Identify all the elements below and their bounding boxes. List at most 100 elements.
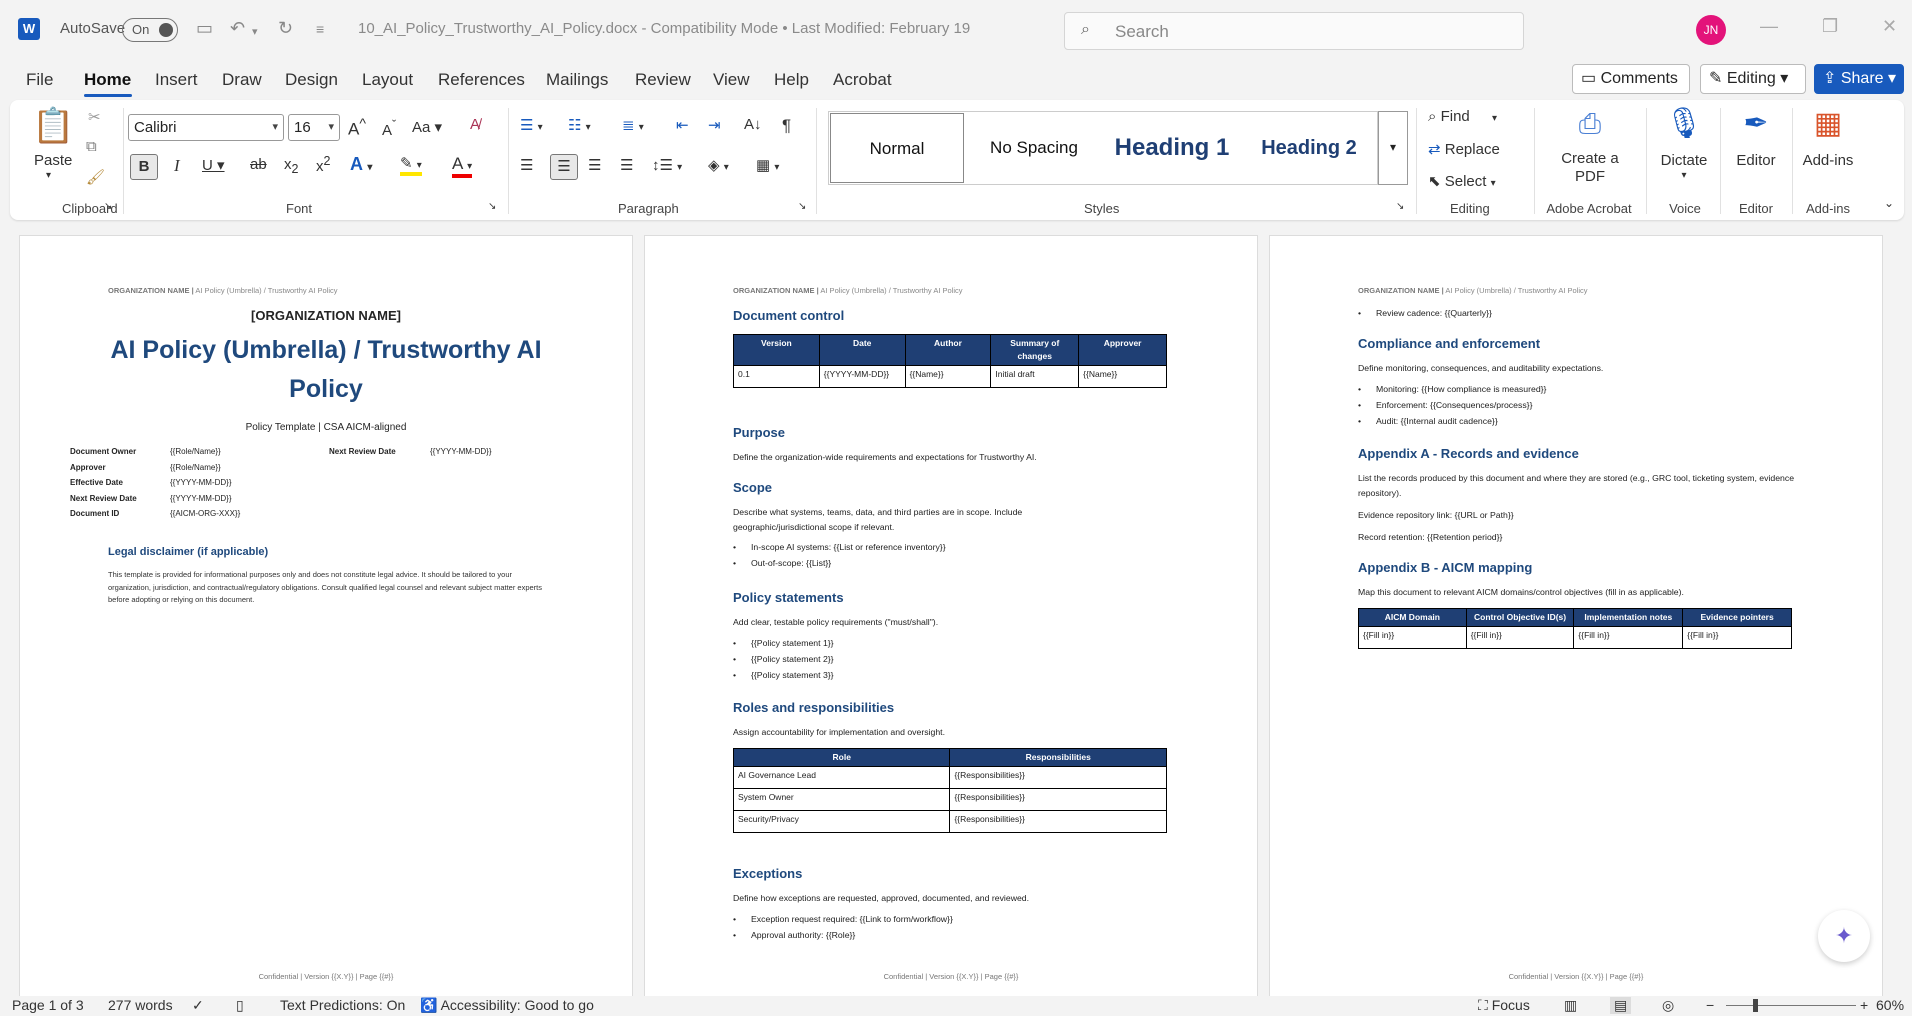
- editor-icon[interactable]: ✒: [1722, 106, 1790, 141]
- superscript-button[interactable]: x2: [316, 154, 330, 175]
- tab-acrobat[interactable]: Acrobat: [833, 70, 892, 90]
- subscript-button[interactable]: x2: [284, 156, 298, 176]
- paste-label[interactable]: Paste: [34, 152, 72, 169]
- multilevel-list-icon[interactable]: ≣ ▾: [622, 116, 644, 134]
- select-button[interactable]: ⬉ Select ▾: [1428, 172, 1496, 190]
- dictate-dropdown-icon[interactable]: ▾: [1654, 170, 1714, 181]
- share-button[interactable]: ⇪ Share ▾: [1814, 64, 1904, 94]
- document-title[interactable]: 10_AI_Policy_Trustworthy_AI_Policy.docx …: [358, 20, 970, 37]
- paste-icon[interactable]: 📋: [32, 106, 74, 146]
- strikethrough-button[interactable]: ab: [250, 156, 267, 173]
- tab-help[interactable]: Help: [774, 70, 809, 90]
- tab-insert[interactable]: Insert: [155, 70, 198, 90]
- proofing-icon[interactable]: ✓: [192, 997, 204, 1014]
- web-layout-icon[interactable]: ◎: [1662, 997, 1674, 1014]
- dictate-button[interactable]: Dictate: [1654, 152, 1714, 169]
- decrease-indent-icon[interactable]: ⇤: [676, 116, 689, 134]
- read-mode-view-icon[interactable]: ▥: [1564, 997, 1577, 1014]
- tab-mailings[interactable]: Mailings: [546, 70, 608, 90]
- text-effects-icon[interactable]: A ▾: [350, 154, 372, 175]
- redo-icon[interactable]: ↻: [278, 18, 293, 39]
- comments-button[interactable]: ▭ Comments: [1572, 64, 1690, 94]
- line-spacing-icon[interactable]: ↕☰ ▾: [652, 156, 682, 174]
- clipboard-launcher-icon[interactable]: ↘: [104, 201, 112, 212]
- bold-button[interactable]: B: [130, 154, 158, 180]
- align-right-icon[interactable]: ☰: [588, 156, 601, 174]
- read-mode-icon[interactable]: ▯: [236, 997, 244, 1014]
- tab-home[interactable]: Home: [84, 70, 131, 90]
- tab-draw[interactable]: Draw: [222, 70, 262, 90]
- undo-icon[interactable]: ↶: [230, 18, 245, 39]
- minimize-icon[interactable]: —: [1760, 16, 1778, 37]
- accessibility-status[interactable]: ♿ Accessibility: Good to go: [420, 997, 594, 1014]
- tab-review[interactable]: Review: [635, 70, 691, 90]
- zoom-slider-thumb[interactable]: [1753, 999, 1758, 1012]
- copy-icon[interactable]: ⧉: [86, 138, 97, 155]
- editing-mode-button[interactable]: ✎ Editing ▾: [1700, 64, 1806, 94]
- collapse-ribbon-icon[interactable]: ⌄: [1884, 196, 1894, 210]
- avatar[interactable]: JN: [1696, 15, 1726, 45]
- word-count[interactable]: 277 words: [108, 997, 173, 1013]
- editor-button[interactable]: Editor: [1722, 152, 1790, 169]
- focus-button[interactable]: ⛶ Focus: [1478, 997, 1530, 1014]
- text-predictions[interactable]: Text Predictions: On: [280, 997, 405, 1013]
- addins-button[interactable]: Add-ins: [1794, 152, 1862, 169]
- clear-formatting-icon[interactable]: A̸: [470, 116, 480, 133]
- bullets-icon[interactable]: ☰ ▾: [520, 116, 543, 134]
- paste-dropdown-icon[interactable]: ▾: [46, 170, 51, 181]
- zoom-level[interactable]: 60%: [1876, 997, 1904, 1013]
- underline-button[interactable]: U ▾: [202, 156, 225, 174]
- create-pdf-button[interactable]: Create a PDF: [1550, 150, 1630, 186]
- format-painter-icon[interactable]: 🖌: [86, 168, 105, 186]
- replace-button[interactable]: ⇄ Replace: [1428, 140, 1500, 158]
- document-page-3[interactable]: ORGANIZATION NAME | AI Policy (Umbrella)…: [1270, 236, 1882, 996]
- align-left-icon[interactable]: ☰: [520, 156, 533, 174]
- save-icon[interactable]: ▭: [196, 18, 213, 39]
- find-button[interactable]: ⌕ Find ▾: [1428, 108, 1497, 125]
- shading-icon[interactable]: ◈ ▾: [708, 156, 729, 174]
- addins-icon[interactable]: ▦: [1794, 106, 1862, 141]
- sort-icon[interactable]: A↓: [744, 116, 762, 133]
- print-layout-icon[interactable]: ▤: [1610, 997, 1632, 1014]
- autosave-toggle[interactable]: On: [122, 18, 178, 42]
- font-name-box[interactable]: Calibri ▾: [128, 114, 284, 141]
- grow-font-icon[interactable]: A^: [348, 116, 366, 140]
- italic-button[interactable]: I: [174, 156, 180, 176]
- create-pdf-icon[interactable]: ⎙: [1550, 108, 1630, 141]
- style-normal[interactable]: Normal: [830, 113, 964, 183]
- maximize-icon[interactable]: ❐: [1822, 16, 1838, 37]
- customize-toolbar-icon[interactable]: ≡: [316, 21, 324, 37]
- styles-more-icon[interactable]: ▾: [1378, 111, 1408, 185]
- paragraph-launcher-icon[interactable]: ↘: [798, 201, 806, 212]
- zoom-in-icon[interactable]: +: [1860, 997, 1868, 1013]
- page-count[interactable]: Page 1 of 3: [12, 997, 84, 1013]
- numbering-icon[interactable]: ☷ ▾: [568, 116, 591, 134]
- font-launcher-icon[interactable]: ↘: [488, 201, 496, 212]
- shrink-font-icon[interactable]: Aˇ: [382, 118, 396, 139]
- tab-layout[interactable]: Layout: [362, 70, 413, 90]
- undo-dropdown-icon[interactable]: ▾: [252, 25, 258, 38]
- close-icon[interactable]: ✕: [1882, 16, 1897, 37]
- tab-design[interactable]: Design: [285, 70, 338, 90]
- change-case-icon[interactable]: Aa ▾: [412, 118, 442, 136]
- tab-view[interactable]: View: [713, 70, 750, 90]
- justify-icon[interactable]: ☰: [620, 156, 633, 174]
- font-color-icon[interactable]: A ▾: [452, 154, 473, 178]
- document-page-2[interactable]: ORGANIZATION NAME | AI Policy (Umbrella)…: [645, 236, 1257, 996]
- show-marks-icon[interactable]: ¶: [782, 116, 791, 136]
- increase-indent-icon[interactable]: ⇥: [708, 116, 721, 134]
- document-page-1[interactable]: ORGANIZATION NAME | AI Policy (Umbrella)…: [20, 236, 632, 996]
- style-heading-1[interactable]: Heading 1: [1105, 112, 1239, 184]
- zoom-out-icon[interactable]: −: [1706, 997, 1714, 1013]
- font-size-box[interactable]: 16 ▾: [288, 114, 340, 141]
- microphone-icon[interactable]: 🎙: [1654, 106, 1714, 141]
- styles-launcher-icon[interactable]: ↘: [1396, 201, 1404, 212]
- cut-icon[interactable]: ✂: [88, 108, 101, 126]
- tab-file[interactable]: File: [26, 70, 53, 90]
- tab-references[interactable]: References: [438, 70, 525, 90]
- highlight-icon[interactable]: ✎ ▾: [400, 154, 422, 176]
- copilot-icon[interactable]: ✦: [1818, 910, 1870, 962]
- borders-icon[interactable]: ▦ ▾: [756, 156, 779, 174]
- style-heading-2[interactable]: Heading 2: [1241, 112, 1377, 184]
- zoom-slider[interactable]: [1726, 1005, 1856, 1006]
